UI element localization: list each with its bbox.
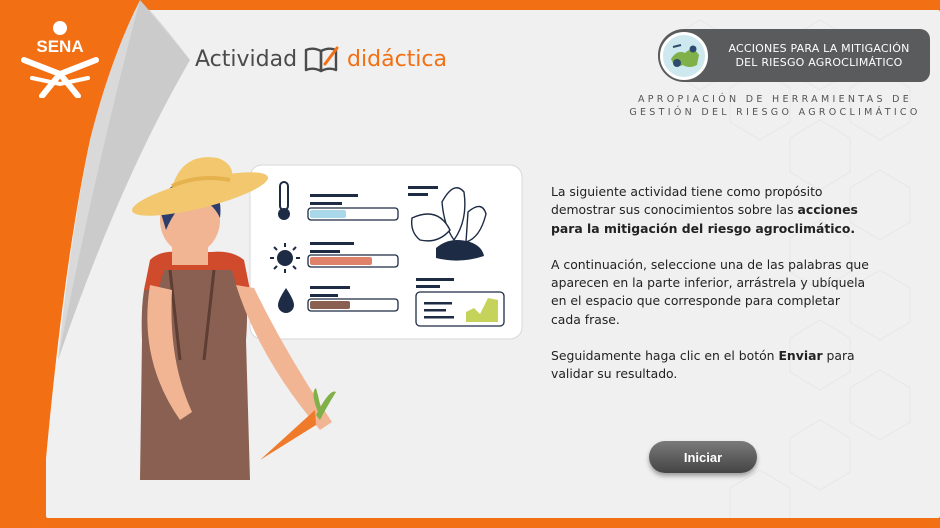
badge-title: ACCIONES PARA LA MITIGACIÓN DEL RIESGO A… — [708, 42, 930, 70]
weather-dashboard-panel — [249, 164, 523, 340]
course-subtitle: APROPIACIÓN DE HERRAMIENTAS DE GESTIÓN D… — [615, 93, 935, 119]
brand-word-didactic: didáctica — [347, 46, 447, 72]
submit-bold: Enviar — [778, 348, 823, 364]
badge-line-1: ACCIONES PARA LA MITIGACIÓN — [728, 41, 910, 55]
submit-text: Seguidamente haga clic en el botón — [551, 348, 779, 364]
intro-text: La siguiente actividad tiene como propós… — [551, 184, 823, 218]
agro-map-icon — [660, 31, 708, 80]
submit-instructions: Seguidamente haga clic en el botón Envia… — [551, 347, 871, 384]
topic-badge: ACCIONES PARA LA MITIGACIÓN DEL RIESGO A… — [658, 29, 930, 82]
badge-line-2: DEL RIESGO AGROCLIMÁTICO — [735, 55, 903, 69]
activity-brand: Actividad didáctica — [195, 42, 447, 76]
open-book-icon — [304, 46, 339, 73]
drag-instructions: A continuación, seleccione una de las pa… — [551, 256, 869, 327]
logo-text: SENA — [36, 37, 83, 56]
farmer-illustration — [131, 157, 523, 480]
brand-word-activity: Actividad — [195, 46, 298, 72]
subtitle-line-2: GESTIÓN DEL RIESGO AGROCLIMÁTICO — [629, 107, 921, 118]
subtitle-line-1: APROPIACIÓN DE HERRAMIENTAS DE — [637, 94, 913, 105]
carrot-icon — [260, 410, 316, 460]
intro-paragraph: La siguiente actividad tiene como propós… — [551, 183, 871, 238]
activity-screen: SENA Actividad didáctica ACCIONES PARA L… — [0, 0, 940, 528]
start-button[interactable]: Iniciar — [649, 441, 757, 473]
activity-instructions: La siguiente actividad tiene como propós… — [551, 183, 871, 402]
sena-logo: SENA — [21, 21, 99, 98]
